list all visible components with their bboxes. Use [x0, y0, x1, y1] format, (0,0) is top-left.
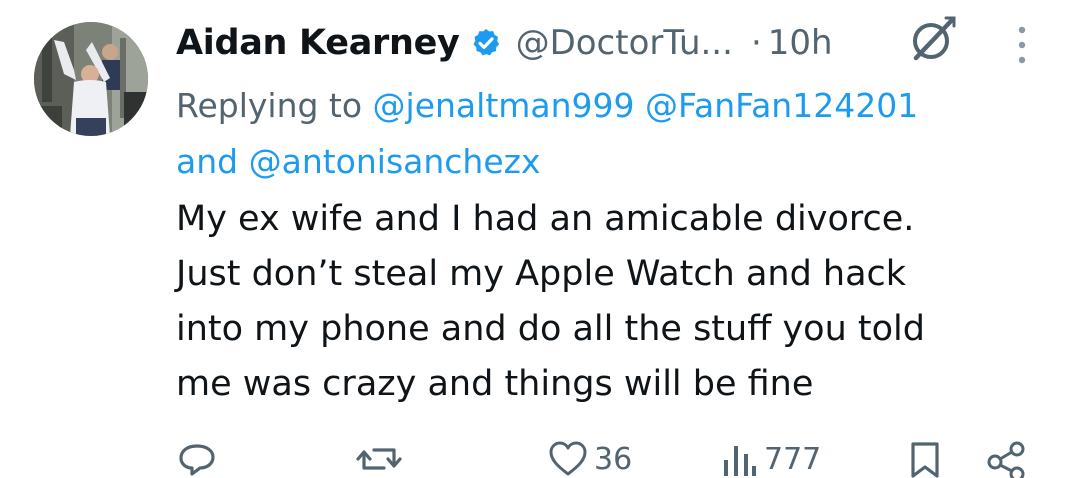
- mention-link[interactable]: @antonisanchezx: [249, 142, 541, 181]
- retweet-icon: [356, 448, 402, 470]
- tweet-text: My ex wife and I had an amicable divorce…: [176, 192, 1056, 412]
- reply-icon: [179, 444, 215, 476]
- views-icon: [724, 446, 756, 476]
- verified-badge-icon[interactable]: [470, 27, 502, 59]
- share-icon: [987, 441, 1025, 478]
- mention-conjunction: and: [176, 142, 239, 181]
- like-count: 36: [594, 441, 633, 477]
- mention-link[interactable]: @jenaltman999: [373, 86, 635, 125]
- replying-prefix: Replying to: [176, 86, 363, 125]
- bookmark-button[interactable]: [908, 440, 942, 478]
- heart-icon: [549, 441, 587, 476]
- share-button[interactable]: [986, 440, 1026, 478]
- grok-icon[interactable]: [906, 14, 958, 66]
- tweet[interactable]: Aidan Kearney @DoctorTu... · 10h Replyin…: [0, 0, 1080, 478]
- tweet-text-line: My ex wife and I had an amicable divorce…: [176, 199, 915, 239]
- mention-link[interactable]: @FanFan124201: [645, 86, 918, 125]
- avatar[interactable]: [34, 22, 148, 136]
- like-button[interactable]: 36: [548, 440, 632, 478]
- more-vertical-icon[interactable]: [1012, 22, 1032, 68]
- replying-to: Replying to @jenaltman999 @FanFan124201 …: [176, 78, 1056, 190]
- views-count: 777: [764, 441, 822, 477]
- separator-dot: ·: [750, 23, 762, 63]
- tweet-text-line: Just don’t steal my Apple Watch and hack: [176, 254, 907, 294]
- bookmark-icon: [911, 442, 939, 478]
- retweet-button[interactable]: [354, 440, 410, 478]
- avatar-image: [34, 22, 148, 136]
- reply-button[interactable]: [176, 440, 224, 478]
- views-button[interactable]: 777: [720, 440, 821, 478]
- timestamp[interactable]: 10h: [768, 23, 833, 63]
- author-handle[interactable]: @DoctorTu...: [516, 23, 733, 63]
- tweet-text-line: into my phone and do all the stuff you t…: [176, 309, 925, 349]
- tweet-header: Aidan Kearney @DoctorTu... · 10h: [176, 16, 833, 70]
- tweet-text-line: me was crazy and things will be fine: [176, 364, 814, 404]
- action-bar: 36 777: [0, 440, 1080, 478]
- author-name[interactable]: Aidan Kearney: [176, 23, 460, 63]
